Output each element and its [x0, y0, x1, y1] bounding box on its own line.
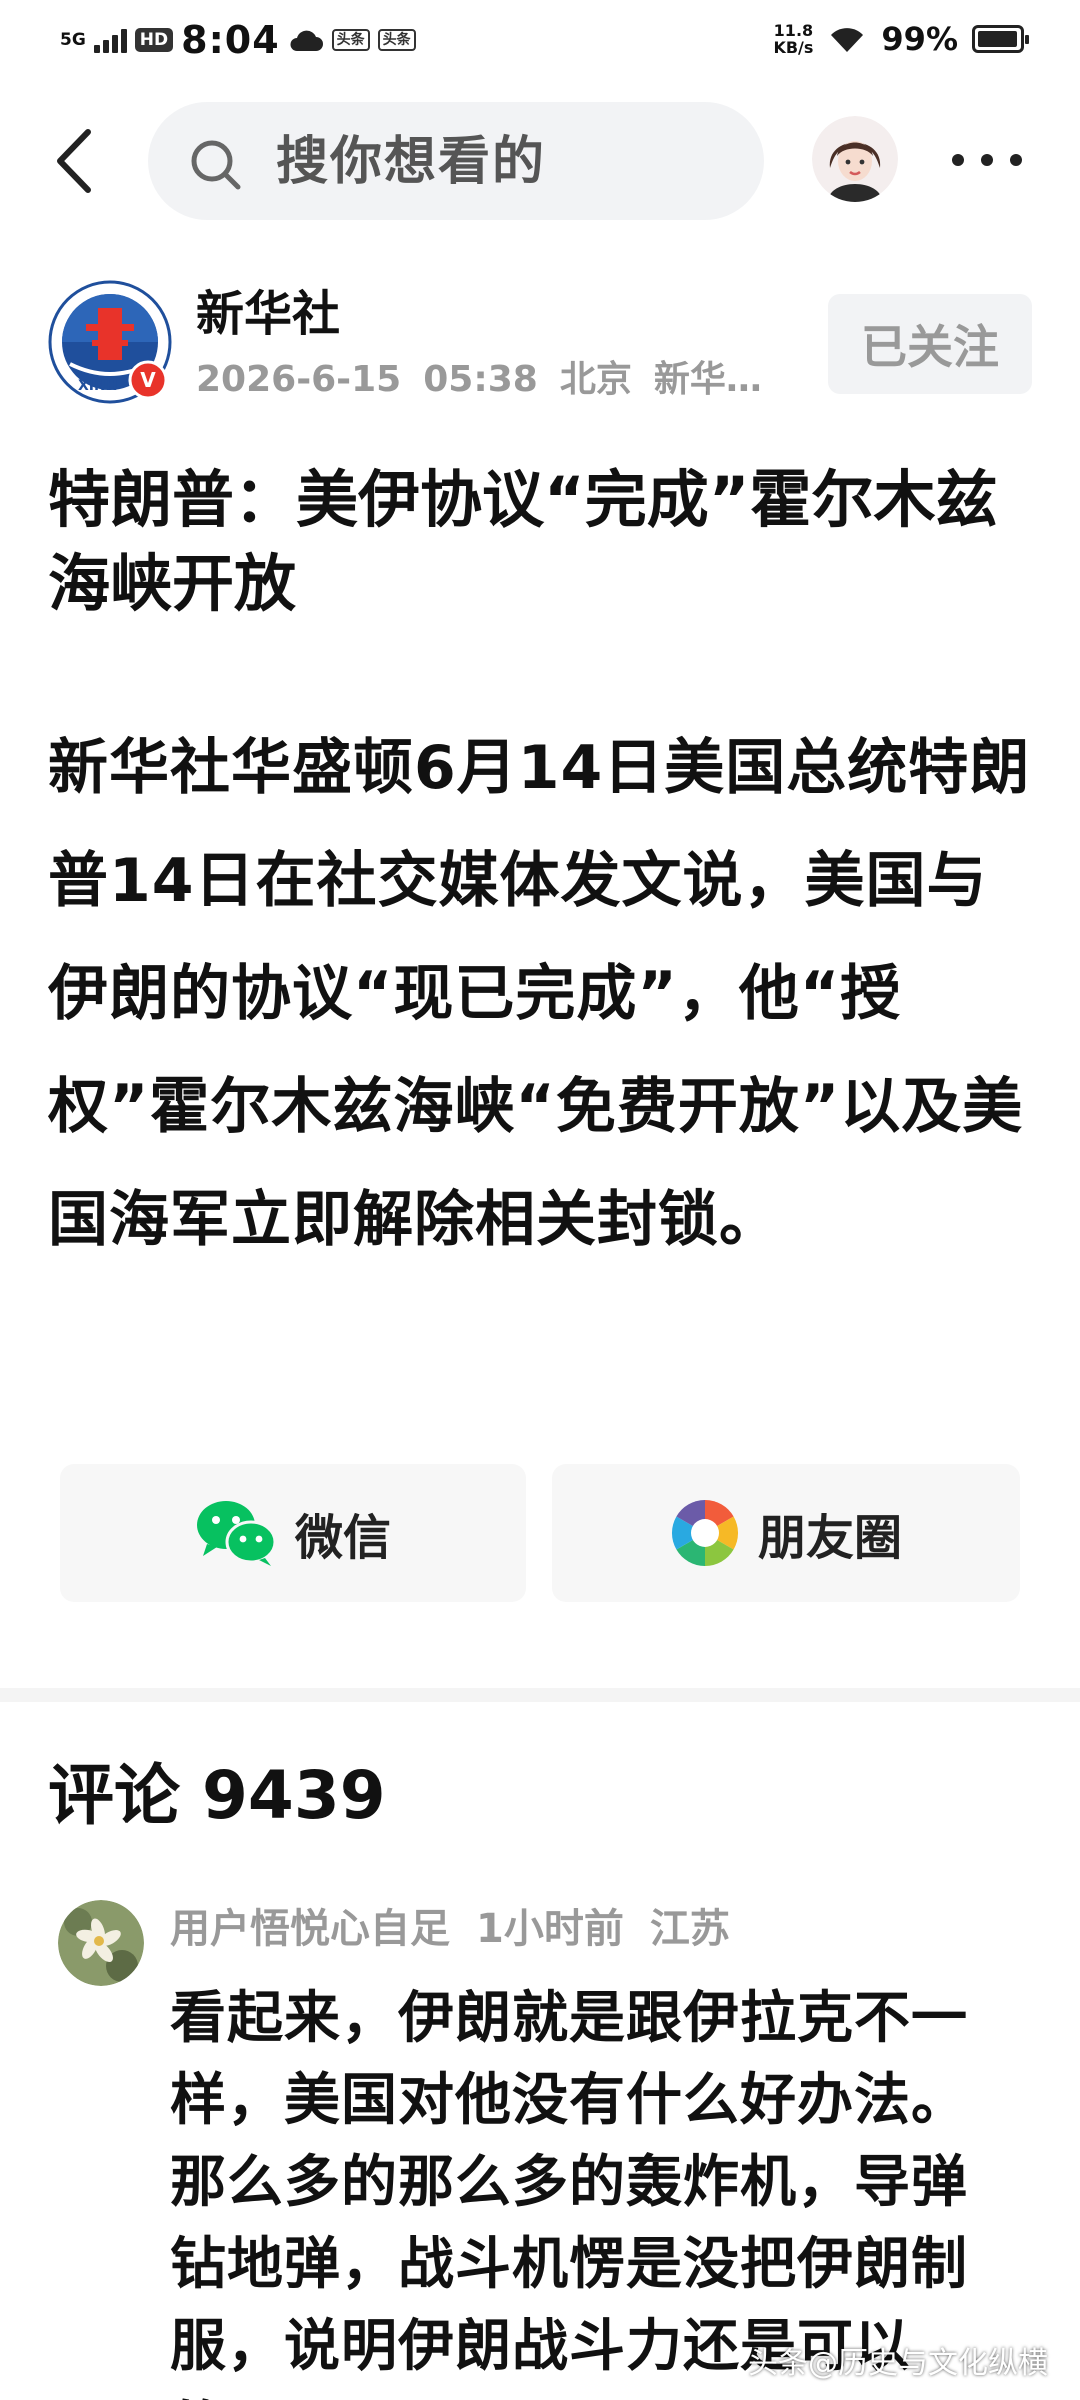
network-label: 5G	[60, 30, 86, 50]
publish-date: 2026-6-15	[196, 359, 402, 400]
share-wechat-button[interactable]: 微信	[60, 1464, 526, 1602]
source-logo[interactable]: XINH V	[48, 280, 172, 404]
xinhua-logo-icon: XINH V	[48, 280, 172, 404]
verified-badge: V	[140, 368, 156, 392]
publish-time: 05:38	[423, 359, 538, 400]
share-moments-label: 朋友圈	[757, 1510, 902, 1566]
moments-icon	[671, 1500, 739, 1566]
comment-time: 1小时前	[476, 1906, 624, 1952]
commenter-avatar[interactable]	[58, 1900, 144, 1986]
publish-location: 北京	[559, 359, 632, 400]
battery-percent: 99%	[881, 20, 958, 58]
source-name[interactable]: 新华社	[196, 286, 340, 342]
battery-fill	[978, 31, 1017, 47]
article-title: 特朗普：美伊协议“完成”霍尔木兹海峡开放	[48, 463, 998, 620]
svg-text:XINH: XINH	[78, 378, 117, 394]
watermark: 头条@历史与文化纵横	[748, 2346, 1048, 2381]
follow-button[interactable]: 已关注	[828, 294, 1032, 394]
status-left: 5G HD 8:04 头条 头条	[60, 18, 416, 62]
net-speed-value: 11.8	[773, 21, 814, 40]
toutiao-badge: 头条	[331, 29, 370, 51]
back-icon[interactable]	[50, 126, 100, 196]
source-meta: 2026-6-15 05:38 北京 新华…	[196, 358, 762, 402]
comments-label: 评论	[48, 1757, 180, 1834]
battery-icon	[972, 25, 1029, 53]
signal-icon	[93, 27, 127, 53]
comment-meta: 用户悟悦心自足 1小时前 江苏	[170, 1904, 730, 1954]
comment-text: 看起来，伊朗就是跟伊拉克不一样，美国对他没有什么好办法。那么多的那么多的轰炸机，…	[170, 1986, 968, 2400]
status-bar: 5G HD 8:04 头条 头条 11.8 KB/s 99%	[0, 0, 1080, 84]
source-header: XINH V 新华社 2026-6-15 05:38 北京 新华… 已关注	[0, 276, 1080, 416]
comment-location: 江苏	[649, 1906, 730, 1952]
battery-tip	[1025, 35, 1029, 44]
top-bar: 搜你想看的	[0, 96, 1080, 226]
cloud-icon	[290, 30, 323, 51]
user-avatar[interactable]	[812, 116, 898, 202]
wechat-icon	[196, 1501, 277, 1566]
search-placeholder: 搜你想看的	[276, 132, 547, 192]
article-body: 新华社华盛顿6月14日美国总统特朗普14日在社交媒体发文说，美国与伊朗的协议“现…	[48, 733, 1031, 1255]
net-speed-unit: KB/s	[773, 38, 814, 57]
search-input[interactable]: 搜你想看的	[148, 102, 764, 220]
comments-count: 9439	[202, 1757, 386, 1834]
publish-extra: 新华…	[653, 359, 762, 400]
share-moments-button[interactable]: 朋友圈	[552, 1464, 1020, 1602]
status-right: 11.8 KB/s 99%	[773, 20, 1029, 58]
flower-avatar-icon	[58, 1900, 144, 1986]
toutiao-badge: 头条	[377, 29, 416, 51]
comments-header: 评论 9439	[48, 1756, 386, 1836]
hd-badge: HD	[134, 28, 174, 52]
section-divider	[0, 1688, 1080, 1702]
comment-user[interactable]: 用户悟悦心自足	[170, 1904, 450, 1954]
avatar-icon	[812, 116, 898, 202]
more-icon[interactable]	[950, 152, 1024, 168]
status-time: 8:04	[181, 18, 280, 62]
wifi-icon	[831, 28, 864, 52]
share-wechat-label: 微信	[294, 1510, 391, 1566]
net-speed: 11.8 KB/s	[773, 22, 813, 56]
article-page: 5G HD 8:04 头条 头条 11.8 KB/s 99% 搜你想看的 XIN…	[0, 0, 1080, 2400]
search-icon	[191, 140, 241, 190]
